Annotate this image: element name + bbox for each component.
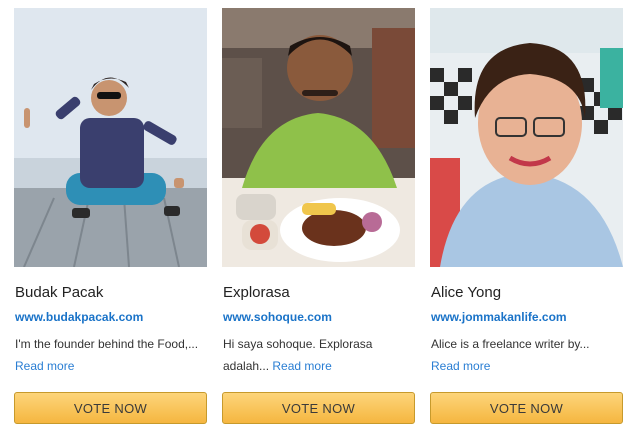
description-text: I'm the founder behind the Food,... (15, 337, 199, 351)
vote-now-button[interactable]: VOTE NOW (14, 392, 207, 424)
contestant-name: Budak Pacak (15, 284, 104, 301)
vote-now-button[interactable]: VOTE NOW (430, 392, 623, 424)
read-more-link[interactable]: Read more (272, 359, 331, 373)
description-text: Alice is a freelance writer by... (431, 337, 590, 351)
contestant-photo[interactable] (14, 8, 207, 267)
contestant-name: Explorasa (223, 284, 290, 301)
contestant-name: Alice Yong (431, 284, 502, 301)
vote-now-button[interactable]: VOTE NOW (222, 392, 415, 424)
contestant-website-link[interactable]: www.jommakanlife.com (431, 310, 567, 324)
contestant-website-link[interactable]: www.budakpacak.com (15, 310, 143, 324)
contestant-description: I'm the founder behind the Food,... Read… (15, 333, 207, 377)
read-more-link[interactable]: Read more (15, 359, 74, 373)
contestant-description: Hi saya sohoque. Explorasa adalah... Rea… (223, 333, 415, 377)
contestant-photo[interactable] (430, 8, 623, 267)
read-more-link[interactable]: Read more (431, 359, 490, 373)
contestant-photo[interactable] (222, 8, 415, 267)
contestant-website-link[interactable]: www.sohoque.com (223, 310, 332, 324)
contestant-description: Alice is a freelance writer by... Read m… (431, 333, 623, 377)
